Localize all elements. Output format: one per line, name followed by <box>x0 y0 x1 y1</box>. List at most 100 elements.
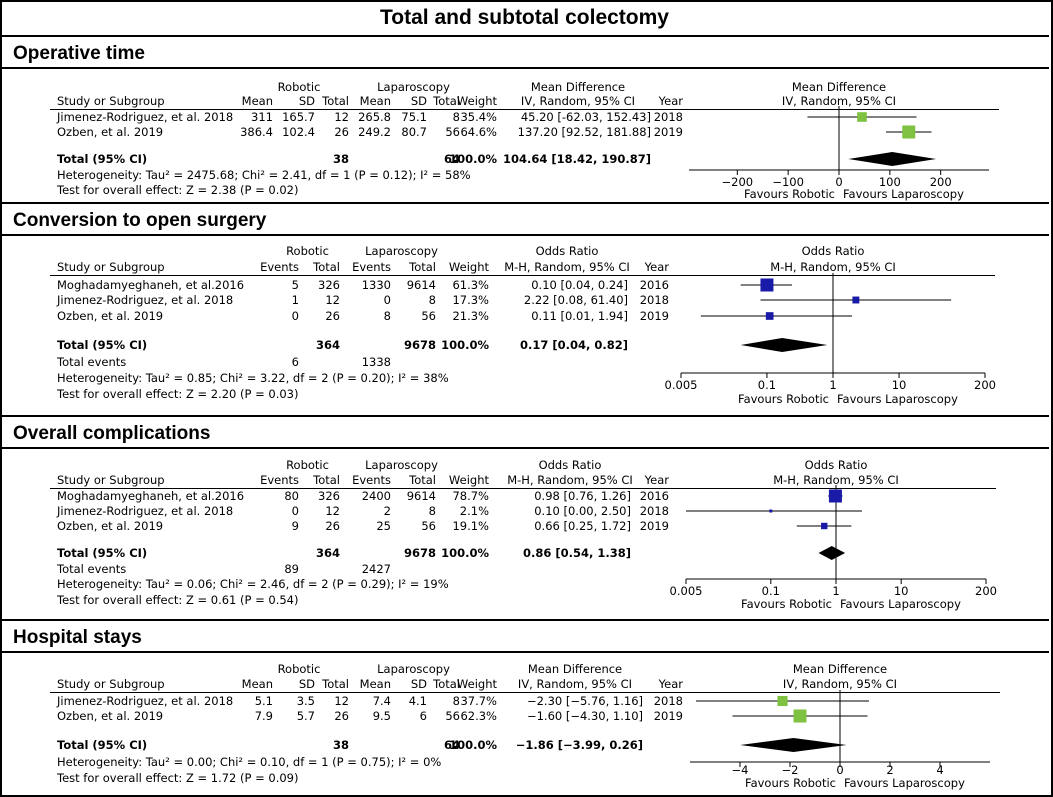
column-header: Mean <box>241 677 273 691</box>
study-cell: 12 <box>334 694 349 708</box>
study-weight: 17.3% <box>452 293 489 307</box>
total-label: Total (95% CI) <box>57 546 148 560</box>
section-title: Overall complications <box>0 417 1049 449</box>
total-events-laparoscopy: 2427 <box>361 562 391 576</box>
overall-effect-text: Test for overall effect: Z = 0.61 (P = 0… <box>57 593 299 607</box>
study-cell: 12 <box>325 293 340 307</box>
study-cell: 12 <box>325 504 340 518</box>
plot-method-header: IV, Random, 95% CI <box>781 94 897 108</box>
plot-header-rule <box>694 488 996 489</box>
study-cell: 8 <box>428 293 436 307</box>
plot-method-header: M-H, Random, 95% CI <box>773 473 899 487</box>
study-cell: 8 <box>428 504 436 518</box>
study-cell: 0 <box>291 504 299 518</box>
heterogeneity-text: Heterogeneity: Tau² = 0.06; Chi² = 2.46,… <box>57 577 449 591</box>
total-weight: 100.0% <box>449 152 497 166</box>
plot-header-rule <box>694 109 999 110</box>
total-weight: 100.0% <box>449 738 497 752</box>
year-header: Year <box>644 260 669 274</box>
study-cell: 75.1 <box>401 110 427 124</box>
study-cell: 5.7 <box>296 709 315 723</box>
method-header: IV, Random, 95% CI <box>520 94 636 108</box>
study-cell: 7.4 <box>372 694 391 708</box>
total-label: Total (95% CI) <box>57 338 148 352</box>
column-header: Total <box>313 473 340 487</box>
study-ci: 0.11 [0.01, 1.94] <box>531 309 628 323</box>
study-cell: 25 <box>376 519 391 533</box>
study-name: Jimenez-Rodriguez, et al. 2018 <box>57 504 234 518</box>
study-header: Study or Subgroup <box>57 94 165 108</box>
study-header: Study or Subgroup <box>57 260 165 274</box>
study-cell: 1 <box>291 293 299 307</box>
plot-header-rule <box>694 275 995 276</box>
study-ci: 0.10 [0.04, 0.24] <box>531 278 628 292</box>
effect-header: Mean Difference <box>527 662 623 676</box>
study-cell: 2 <box>383 504 391 518</box>
study-year: 2016 <box>639 278 669 292</box>
total-n-laparoscopy: 9678 <box>403 546 436 560</box>
study-header: Study or Subgroup <box>57 677 165 691</box>
total-events-label: Total events <box>57 562 127 576</box>
study-ci: 0.10 [0.00, 2.50] <box>534 504 631 518</box>
study-header: Study or Subgroup <box>57 473 165 487</box>
total-ci: 0.17 [0.04, 0.82] <box>519 338 628 352</box>
plot-method-header: IV, Random, 95% CI <box>782 677 898 691</box>
overall-effect-text: Test for overall effect: Z = 2.38 (P = 0… <box>57 183 299 197</box>
study-name: Ozben, et al. 2019 <box>57 309 164 323</box>
study-name: Jimenez-Rodriguez, et al. 2018 <box>57 110 234 124</box>
total-label: Total (95% CI) <box>57 738 148 752</box>
study-cell: 249.2 <box>358 125 391 139</box>
study-cell: 9614 <box>406 278 436 292</box>
study-cell: 7.9 <box>254 709 273 723</box>
table-header-rule <box>50 692 694 693</box>
study-cell: 8 <box>383 309 391 323</box>
total-n-laparoscopy: 9678 <box>403 338 436 352</box>
total-ci: −1.86 [−3.99, 0.26] <box>515 738 643 752</box>
study-weight: 2.1% <box>459 504 489 518</box>
study-cell: 165.7 <box>282 110 315 124</box>
column-header: Total <box>322 94 349 108</box>
column-header: SD <box>298 94 315 108</box>
study-ci: 137.20 [92.52, 181.88] <box>517 125 651 139</box>
heterogeneity-text: Heterogeneity: Tau² = 0.00; Chi² = 0.10,… <box>57 755 442 769</box>
study-cell: 9 <box>291 519 299 533</box>
year-header: Year <box>658 677 683 691</box>
study-weight: 62.3% <box>460 709 497 723</box>
heterogeneity-text: Heterogeneity: Tau² = 0.85; Chi² = 3.22,… <box>57 371 449 385</box>
column-header: Mean <box>359 94 391 108</box>
study-weight: 21.3% <box>452 309 489 323</box>
study-cell: 26 <box>334 709 349 723</box>
study-ci: −2.30 [−5.76, 1.16] <box>526 694 643 708</box>
study-cell: 56 <box>445 125 460 139</box>
total-label: Total (95% CI) <box>57 152 148 166</box>
study-ci: 2.22 [0.08, 61.40] <box>523 293 628 307</box>
study-cell: 311 <box>251 110 273 124</box>
study-weight: 78.7% <box>452 489 489 503</box>
total-ci: 104.64 [18.42, 190.87] <box>502 152 651 166</box>
study-ci: 0.66 [0.25, 1.72] <box>534 519 631 533</box>
total-n-robotic: 38 <box>332 152 349 166</box>
study-name: Ozben, et al. 2019 <box>57 709 164 723</box>
study-cell: 56 <box>445 709 460 723</box>
study-cell: 26 <box>334 125 349 139</box>
effect-header: Odds Ratio <box>535 244 599 258</box>
study-cell: 102.4 <box>282 125 315 139</box>
study-cell: 5.1 <box>254 694 273 708</box>
study-name: Moghadamyeghaneh, et al.2016 <box>57 489 245 503</box>
study-cell: 326 <box>318 278 340 292</box>
study-cell: 0 <box>291 309 299 323</box>
study-cell: 56 <box>421 309 436 323</box>
method-header: M-H, Random, 95% CI <box>507 473 633 487</box>
total-events-label: Total events <box>57 355 127 369</box>
study-year: 2019 <box>653 125 683 139</box>
column-header: Events <box>352 473 391 487</box>
plot-header-rule <box>694 692 1000 693</box>
study-year: 2019 <box>639 309 669 323</box>
section-title: Conversion to open surgery <box>0 204 1049 236</box>
study-weight: 35.4% <box>460 110 497 124</box>
study-cell: 80.7 <box>401 125 427 139</box>
study-cell: 8 <box>452 110 460 124</box>
heterogeneity-text: Heterogeneity: Tau² = 2475.68; Chi² = 2.… <box>57 168 471 182</box>
study-ci: 0.98 [0.76, 1.26] <box>534 489 631 503</box>
study-weight: 19.1% <box>452 519 489 533</box>
